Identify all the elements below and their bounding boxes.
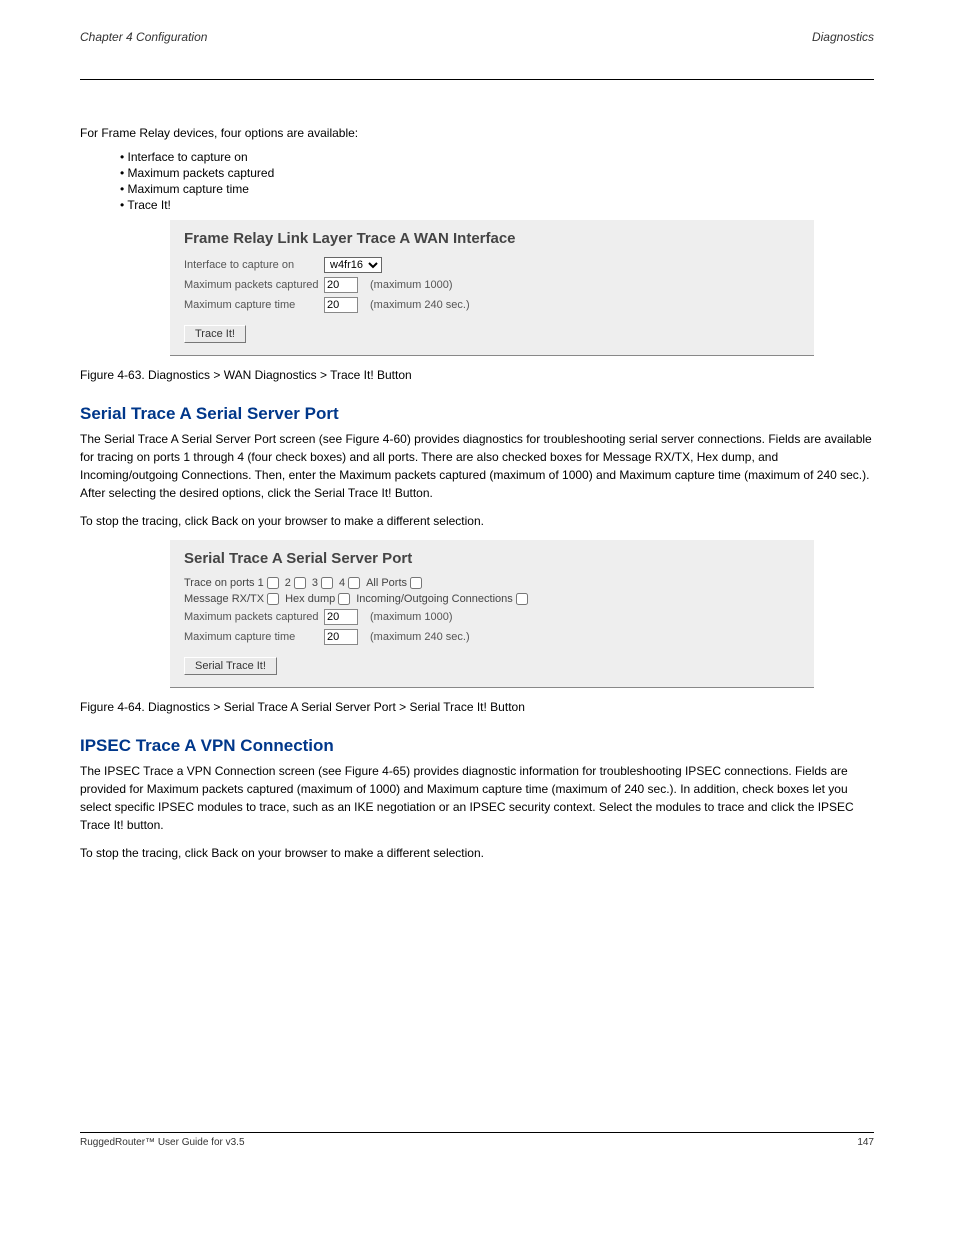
- message-rxtx-checkbox[interactable]: [267, 593, 279, 605]
- section2-heading: Serial Trace A Serial Server Port: [80, 404, 874, 424]
- port-4-label: 4: [339, 577, 345, 589]
- serial-trace-panel: Serial Trace A Serial Server Port Trace …: [170, 540, 814, 688]
- trace-it-button[interactable]: Trace It!: [184, 325, 246, 343]
- max-packets-input[interactable]: [324, 277, 358, 293]
- hex-dump-checkbox[interactable]: [338, 593, 350, 605]
- connections-label: Incoming/Outgoing Connections: [356, 593, 513, 605]
- port-4-checkbox[interactable]: [348, 577, 360, 589]
- bullet-item: Maximum packets captured: [120, 166, 874, 180]
- max-time-hint: (maximum 240 sec.): [370, 299, 470, 311]
- header-left: Chapter 4 Configuration: [80, 30, 207, 44]
- hex-dump-label: Hex dump: [285, 593, 335, 605]
- trace-on-ports-label: Trace on ports 1: [184, 577, 264, 589]
- intro-text: For Frame Relay devices, four options ar…: [80, 125, 874, 142]
- message-rxtx-label: Message RX/TX: [184, 593, 264, 605]
- section3-heading: IPSEC Trace A VPN Connection: [80, 736, 874, 756]
- port-1-checkbox[interactable]: [267, 577, 279, 589]
- connections-checkbox[interactable]: [516, 593, 528, 605]
- header-right: Diagnostics: [812, 30, 874, 44]
- footer-left: RuggedRouter™ User Guide for v3.5: [80, 1137, 245, 1148]
- max-time-label: Maximum capture time: [184, 299, 324, 311]
- all-ports-label: All Ports: [366, 577, 407, 589]
- serial-max-packets-label: Maximum packets captured: [184, 611, 324, 623]
- bullet-item: Maximum capture time: [120, 182, 874, 196]
- max-time-input[interactable]: [324, 297, 358, 313]
- serial-max-time-label: Maximum capture time: [184, 631, 324, 643]
- max-packets-hint: (maximum 1000): [370, 279, 453, 291]
- bullet-item: Trace It!: [120, 198, 874, 212]
- panel1-title: Frame Relay Link Layer Trace A WAN Inter…: [184, 230, 800, 247]
- panel2-title: Serial Trace A Serial Server Port: [184, 550, 800, 567]
- serial-max-time-input[interactable]: [324, 629, 358, 645]
- footer: RuggedRouter™ User Guide for v3.5 147: [80, 1132, 874, 1148]
- section2-p2: To stop the tracing, click Back on your …: [80, 512, 874, 530]
- serial-max-packets-input[interactable]: [324, 609, 358, 625]
- serial-max-time-hint: (maximum 240 sec.): [370, 631, 470, 643]
- port-2-checkbox[interactable]: [294, 577, 306, 589]
- footer-right: 147: [857, 1137, 874, 1148]
- port-3-label: 3: [312, 577, 318, 589]
- bullet-item: Interface to capture on: [120, 150, 874, 164]
- section3-p2: To stop the tracing, click Back on your …: [80, 844, 874, 862]
- figure-caption-2: Figure 4-64. Diagnostics > Serial Trace …: [80, 700, 874, 714]
- interface-select[interactable]: w4fr16: [324, 257, 382, 273]
- header-divider: [80, 79, 874, 80]
- max-packets-label: Maximum packets captured: [184, 279, 324, 291]
- all-ports-checkbox[interactable]: [410, 577, 422, 589]
- interface-label: Interface to capture on: [184, 259, 324, 271]
- port-2-label: 2: [285, 577, 291, 589]
- port-3-checkbox[interactable]: [321, 577, 333, 589]
- serial-trace-it-button[interactable]: Serial Trace It!: [184, 657, 277, 675]
- section3-p1: The IPSEC Trace a VPN Connection screen …: [80, 762, 874, 834]
- serial-max-packets-hint: (maximum 1000): [370, 611, 453, 623]
- section2-p1: The Serial Trace A Serial Server Port sc…: [80, 430, 874, 502]
- frame-relay-panel: Frame Relay Link Layer Trace A WAN Inter…: [170, 220, 814, 356]
- figure-caption-1: Figure 4-63. Diagnostics > WAN Diagnosti…: [80, 368, 874, 382]
